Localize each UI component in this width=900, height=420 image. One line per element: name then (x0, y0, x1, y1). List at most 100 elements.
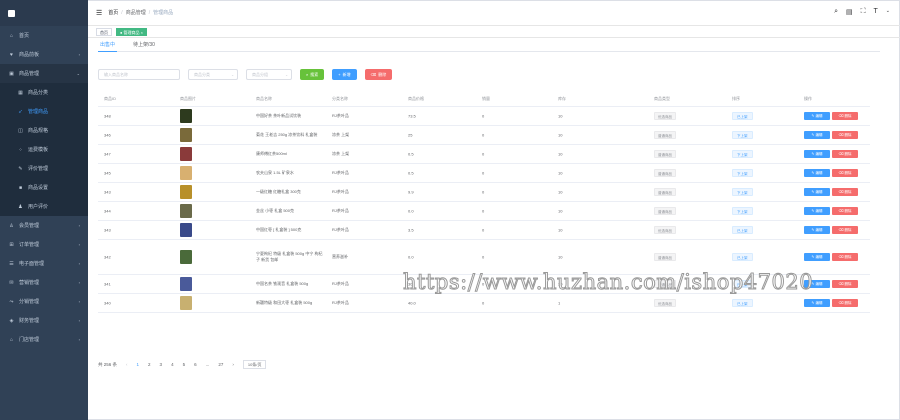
table-row[interactable]: 343 一级红糖 红糖礼盒 300克 RJ茶叶品 9.9 0 10 普通商品 下上架 ✎ 编辑 ⌫… (98, 183, 870, 202)
row-delete-button[interactable]: ⌫ 删除 (832, 207, 858, 215)
row-delete-button[interactable]: ⌫ 删除 (832, 226, 858, 234)
table-row[interactable]: 348 中国好茶 茶叶新品试饮装 RJ茶叶品 73.5 0 10 优选商品 已上架 ✎ 编辑 ⌫ … (98, 107, 870, 126)
edit-button[interactable]: ✎ 编辑 (804, 253, 830, 261)
sidebar-item-4[interactable]: ➶ 管理商品 (0, 102, 88, 121)
sidebar-item-9[interactable]: ♟ 用户评价 (0, 197, 88, 216)
delete-button[interactable]: ⌫ 删除 (364, 69, 393, 80)
row-delete-button[interactable]: ⌫ 删除 (832, 299, 858, 307)
edit-button[interactable]: ✎ 编辑 (804, 207, 830, 215)
page-number[interactable]: 6 (194, 362, 197, 367)
next-page-button[interactable]: › (232, 362, 234, 367)
table-row[interactable]: 346 菊花 王老吉 250g 凉茶饮料 礼盒装 凉茶 上架 25 0 10 普通商品 下上架… (98, 126, 870, 145)
print-icon[interactable]: ▤ (846, 8, 853, 16)
add-button[interactable]: + 新增 (332, 69, 357, 80)
goods-name: 新疆特级 和田大枣 礼盒装 500g (256, 300, 313, 305)
sidebar-item-7[interactable]: ✎ 评价管理 (0, 159, 88, 178)
sidebar-item-label: 电子面管理 (19, 261, 45, 267)
group-select[interactable]: 商品分组 ⌄ (246, 69, 292, 80)
tag-manage-goods[interactable]: ● 管理商品 × (116, 27, 147, 36)
page-list: 1 2 3 4 5 6... 27 (137, 362, 224, 367)
page-number[interactable]: 4 (171, 362, 174, 367)
goods-type-badge: 普通商品 (654, 131, 676, 139)
row-actions: ✎ 编辑 ⌫ 删除 (804, 226, 860, 234)
search-input[interactable]: 输入商品名称 (98, 69, 180, 80)
goods-image (180, 204, 192, 218)
row-delete-button[interactable]: ⌫ 删除 (832, 112, 858, 120)
sidebar-item-2[interactable]: ▣ 商品管理 ⌄ (0, 64, 88, 83)
row-delete-button[interactable]: ⌫ 删除 (832, 169, 858, 177)
row-delete-button[interactable]: ⌫ 删除 (832, 150, 858, 158)
row-delete-button[interactable]: ⌫ 删除 (832, 253, 858, 261)
row-actions: ✎ 编辑 ⌫ 删除 (804, 131, 860, 139)
sidebar-item-8[interactable]: ■ 商品设置 (0, 178, 88, 197)
table-row[interactable]: 343 中国红枣 [ 礼盒装 ] 500克 RJ茶叶品 3.5 0 10 优选商品 已上架 ✎ … (98, 221, 870, 240)
breadcrumb-goods[interactable]: 商品管理 (126, 9, 146, 16)
page-number[interactable]: 1 (137, 362, 140, 367)
chevron-down-icon[interactable]: ⌄ (886, 8, 890, 16)
table-row[interactable]: 347 康师傅红茶500ml 凉茶 上架 0.5 0 10 普通商品 下上架 ✎ 编辑 ⌫ 删除 (98, 145, 870, 164)
search-button[interactable]: ⌕ 搜索 (300, 69, 325, 80)
shelf-status-badge: 下上架 (732, 207, 753, 215)
row-actions: ✎ 编辑 ⌫ 删除 (804, 112, 860, 120)
row-actions: ✎ 编辑 ⌫ 删除 (804, 253, 860, 261)
category-select[interactable]: 商品分类 ⌄ (188, 69, 238, 80)
sidebar-item-13[interactable]: ✉ 营销管理 › (0, 273, 88, 292)
page-number[interactable]: 27 (218, 362, 223, 367)
sidebar-item-5[interactable]: ◫ 商品规格 (0, 121, 88, 140)
table-row[interactable]: 340 新疆特级 和田大枣 礼盒装 500g RJ茶叶品 40.0 0 1 优选商品 已上架 ✎… (98, 294, 870, 313)
edit-button[interactable]: ✎ 编辑 (804, 299, 830, 307)
tag-home[interactable]: 首页 (96, 27, 112, 36)
edit-button[interactable]: ✎ 编辑 (804, 188, 830, 196)
sidebar-item-0[interactable]: ⌂ 首页 (0, 26, 88, 45)
font-size-icon[interactable]: T (874, 8, 878, 16)
edit-button[interactable]: ✎ 编辑 (804, 131, 830, 139)
prev-page-button[interactable]: ‹ (126, 362, 128, 367)
sidebar-item-label: 营销管理 (19, 280, 40, 286)
edit-button[interactable]: ✎ 编辑 (804, 226, 830, 234)
tab-pending[interactable]: 待上架/30 (131, 38, 157, 52)
edit-button[interactable]: ✎ 编辑 (804, 169, 830, 177)
page-number[interactable]: 2 (148, 362, 151, 367)
page-number[interactable]: 5 (183, 362, 186, 367)
goods-type-badge: 优选商品 (654, 112, 676, 120)
sidebar-item-label: 商品设置 (28, 185, 49, 191)
sidebar-item-10[interactable]: ♙ 会员管理 › (0, 216, 88, 235)
sidebar-item-label: 评价管理 (28, 166, 49, 172)
sidebar-item-16[interactable]: ⌂ 门店管理 › (0, 330, 88, 349)
store-icon: ⌂ (9, 336, 14, 343)
page-size-select[interactable]: 10条/页 (242, 360, 267, 369)
goods-sales: 0 (482, 170, 485, 176)
edit-button[interactable]: ✎ 编辑 (804, 150, 830, 158)
row-delete-button[interactable]: ⌫ 删除 (832, 280, 858, 288)
table-row[interactable]: 344 金丝 小枣 礼盒 500克 RJ茶叶品 0.0 0 10 普通商品 下上架 ✎ 编辑 ⌫ … (98, 202, 870, 221)
chevron-icon: › (78, 337, 80, 342)
goods-name: 金丝 小枣 礼盒 500克 (256, 208, 295, 213)
sidebar-item-label: 管理商品 (28, 109, 49, 115)
sidebar-item-12[interactable]: ☰ 电子面管理 › (0, 254, 88, 273)
search-icon[interactable]: ⌕ (834, 8, 838, 16)
edit-button[interactable]: ✎ 编辑 (804, 112, 830, 120)
page-number[interactable]: 3 (160, 362, 163, 367)
goods-name: 菊花 王老吉 250g 凉茶饮料 礼盒装 (256, 132, 318, 137)
goods-name: 一级红糖 红糖礼盒 300克 (256, 189, 301, 194)
table-row[interactable]: 345 农夫山泉 1.5L 矿泉水 RJ茶叶品 0.5 0 10 普通商品 下上架 ✎ 编辑 ⌫ … (98, 164, 870, 183)
fullscreen-icon[interactable]: ⛶ (861, 8, 866, 16)
topbar: ☰ 首页 / 商品管理 / 管理商品 ⌕ ▤ ⛶ T ⌄ (88, 0, 900, 26)
filter-bar: 输入商品名称 商品分类 ⌄ 商品分组 ⌄ ⌕ 搜索 + 新增 ⌫ 删除 (98, 69, 393, 80)
breadcrumb-home[interactable]: 首页 (108, 9, 118, 16)
tab-on-sale[interactable]: 出售中 (98, 38, 118, 52)
goods-id: 346 (104, 132, 111, 138)
sidebar-item-6[interactable]: ⁘ 运费模板 (0, 140, 88, 159)
row-actions: ✎ 编辑 ⌫ 删除 (804, 299, 860, 307)
sidebar-item-11[interactable]: ⊞ 订单管理 › (0, 235, 88, 254)
row-delete-button[interactable]: ⌫ 删除 (832, 188, 858, 196)
sidebar-item-3[interactable]: ▦ 商品分类 (0, 83, 88, 102)
sidebar-item-1[interactable]: ♥ 商品前板 › (0, 45, 88, 64)
page-number[interactable]: ... (206, 362, 210, 367)
sidebar-item-15[interactable]: ◈ 财务管理 › (0, 311, 88, 330)
goods-image (180, 128, 192, 142)
row-delete-button[interactable]: ⌫ 删除 (832, 131, 858, 139)
goods-image (180, 109, 192, 123)
hamburger-icon[interactable]: ☰ (96, 9, 102, 17)
sidebar-item-14[interactable]: ⤳ 分销管理 › (0, 292, 88, 311)
